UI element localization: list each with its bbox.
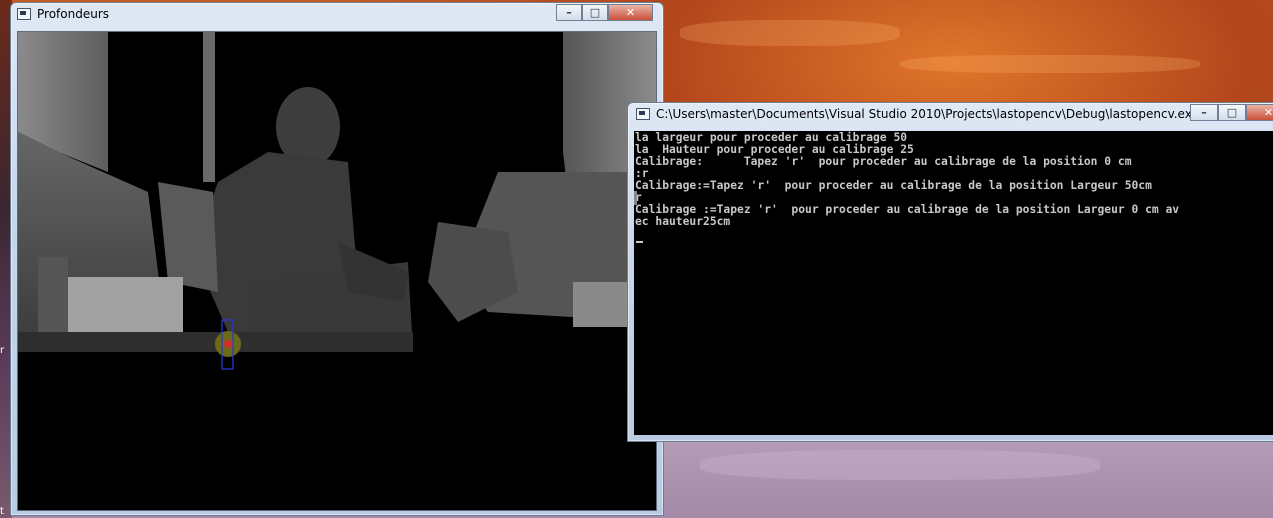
console-window-title: C:\Users\master\Documents\Visual Studio … — [656, 107, 1199, 121]
depth-image[interactable] — [17, 31, 657, 511]
minimize-button[interactable]: – — [1190, 104, 1218, 121]
desktop-edge-char: r — [0, 345, 5, 356]
console-app-icon — [636, 108, 650, 120]
maximize-button[interactable]: □ — [582, 4, 608, 21]
maximize-button[interactable]: □ — [1218, 104, 1246, 121]
console-line: ec hauteur25cm — [635, 215, 731, 228]
console-window-titlebar[interactable]: C:\Users\master\Documents\Visual Studio … — [628, 103, 1273, 127]
console-line: Calibrage :=Tapez 'r' pour proceder au c… — [635, 203, 1180, 216]
console-window[interactable]: C:\Users\master\Documents\Visual Studio … — [627, 102, 1273, 442]
depth-window-titlebar[interactable]: Profondeurs – □ ✕ — [11, 3, 663, 27]
minimize-button[interactable]: – — [556, 4, 582, 21]
console-scroll-indicator — [634, 191, 637, 205]
desktop-wallpaper-rock — [680, 20, 900, 46]
console-line: Calibrage: Tapez 'r' pour proceder au ca… — [635, 155, 1132, 168]
close-button[interactable]: ✕ — [608, 4, 653, 21]
desktop-wallpaper-rock — [700, 450, 1100, 480]
desktop-edge-char: t — [0, 506, 4, 517]
depth-map-image — [18, 32, 656, 510]
console-output[interactable]: la largeur pour proceder au calibrage 50… — [634, 131, 1273, 435]
depth-window-title: Profondeurs — [37, 7, 109, 21]
console-line: Calibrage:=Tapez 'r' pour proceder au ca… — [635, 179, 1152, 192]
depth-window[interactable]: Profondeurs – □ ✕ — [10, 2, 664, 516]
desktop-wallpaper-rock — [900, 55, 1200, 73]
console-cursor — [636, 241, 643, 243]
close-button[interactable]: ✕ — [1246, 104, 1273, 121]
app-window-icon — [17, 8, 31, 20]
